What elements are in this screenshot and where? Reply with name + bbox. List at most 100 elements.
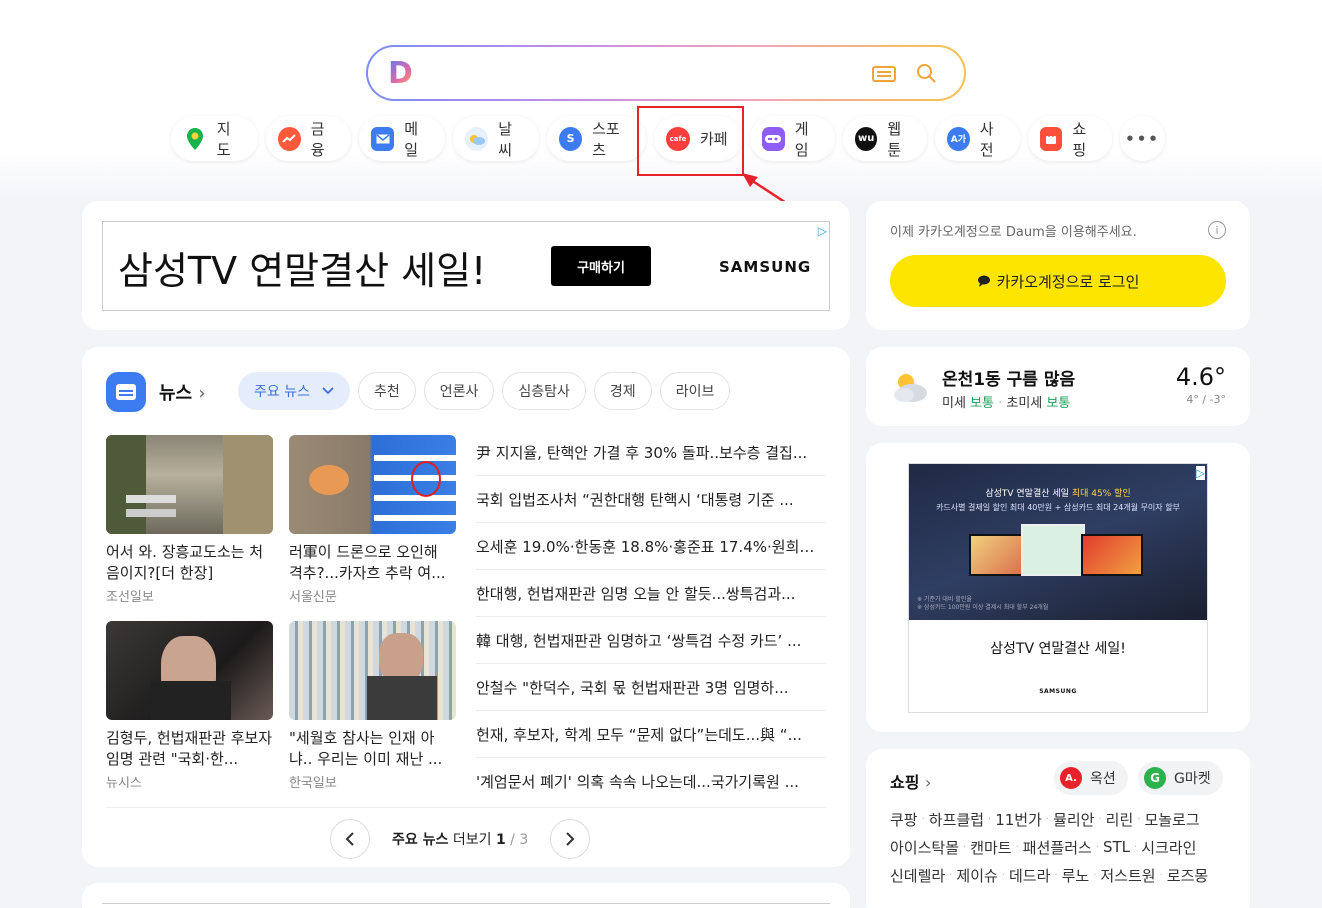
news-pager: 주요 뉴스 더보기 1 / 3: [330, 819, 591, 859]
gmarket-chip[interactable]: G G마켓: [1138, 761, 1223, 795]
ad-side-title: 삼성TV 연말결산 세일!: [990, 641, 1126, 657]
next-page-button[interactable]: [550, 819, 591, 859]
tab-main-news[interactable]: 주요 뉴스: [238, 372, 350, 410]
shopping-section-link[interactable]: 쇼핑 ›: [890, 769, 931, 793]
samsung-logo: SAMSUNG: [719, 258, 812, 276]
headline-link[interactable]: 안철수 "한덕수, 국회 몫 헌법재판관 3명 임명하...: [476, 664, 826, 711]
news-thumbnail: [289, 435, 456, 534]
side-ad-card: 삼성TV 연말결산 세일 최대 45% 할인 카드사별 결제일 할인 최대 40…: [866, 443, 1250, 732]
shopping-bag-icon: [1040, 126, 1063, 151]
shortcut-sports[interactable]: S 스포츠: [547, 116, 646, 161]
shortcut-game[interactable]: 게임: [750, 116, 835, 161]
pager-total: 3: [519, 832, 529, 848]
shop-link[interactable]: STL: [1103, 838, 1130, 856]
fine-dust-label: 미세: [942, 396, 966, 411]
shop-link[interactable]: 패션플러스: [1023, 837, 1092, 858]
kakao-login-label: 카카오계정으로 로그인: [996, 272, 1140, 291]
more-shortcuts-button[interactable]: •••: [1120, 116, 1165, 161]
shortcut-weather[interactable]: 날씨: [453, 116, 539, 161]
shop-link[interactable]: 신데렐라: [890, 865, 945, 886]
headline-link[interactable]: '계엄문서 폐기' 의혹 속속 나오는데...국가기록원 ...: [476, 758, 826, 805]
daum-logo-icon[interactable]: D: [388, 59, 416, 89]
auction-chip[interactable]: A. 옥션: [1054, 761, 1128, 795]
headline-link[interactable]: 헌재, 후보자, 학계 모두 “문제 없다”는데도...與 “...: [476, 711, 826, 758]
ad-headline: 삼성TV 연말결산 세일 최대 45% 할인: [909, 486, 1207, 499]
search-icon[interactable]: [916, 63, 936, 83]
tab-live[interactable]: 라이브: [659, 372, 731, 410]
shortcut-webtoon[interactable]: wu 웹툰: [843, 116, 927, 161]
shortcut-label: 웹툰: [887, 119, 902, 159]
search-bar[interactable]: D: [366, 45, 966, 101]
shop-link[interactable]: 데드라: [1009, 865, 1050, 886]
headline-link[interactable]: 韓 대행, 헌법재판관 임명하고 ‘쌍특검 수정 카드’ ...: [476, 617, 826, 664]
gmarket-logo-icon: G: [1144, 767, 1166, 789]
shortcut-map[interactable]: 지도: [171, 116, 258, 161]
current-temperature: 4.6°: [1175, 363, 1226, 391]
shop-link[interactable]: 로즈몽: [1167, 865, 1208, 886]
shortcut-label: 메일: [404, 119, 419, 159]
ad-headline-highlight: 최대 45% 할인: [1071, 489, 1131, 499]
headline-link[interactable]: 尹 지지율, 탄핵안 가결 후 30% 돌파..보수층 결집...: [476, 429, 826, 476]
shop-link[interactable]: 하프클럽: [929, 809, 984, 830]
prev-page-button[interactable]: [330, 819, 370, 859]
photo-news-item[interactable]: 김형두, 헌법재판관 후보자 임명 관련 "국회·한... 뉴시스: [106, 621, 273, 791]
shop-link[interactable]: 모놀로그: [1144, 809, 1199, 830]
info-icon[interactable]: i: [1208, 221, 1226, 239]
shop-link[interactable]: 저스트원: [1100, 865, 1155, 886]
shortcut-mail[interactable]: 메일: [359, 116, 445, 161]
keyboard-icon[interactable]: [872, 66, 896, 82]
shop-row: 신데렐라 · 제이슈 · 데드라 · 루노 · 저스트원 · 로즈몽: [890, 865, 1209, 886]
tv-image: [1081, 534, 1143, 576]
shortcut-dictionary[interactable]: A가 사전: [935, 116, 1020, 161]
samsung-logo: SAMSUNG: [1039, 688, 1077, 695]
login-card: 이제 카카오계정으로 Daum을 이용해주세요. i 카카오계정으로 로그인: [866, 201, 1250, 330]
news-tabs: 주요 뉴스 추천 언론사 심층탐사 경제 라이브: [238, 372, 731, 410]
photo-news-item[interactable]: 러軍이 드론으로 오인해 격추?...카자흐 추락 여... 서울신문: [289, 435, 456, 605]
shop-link[interactable]: 시크라인: [1141, 837, 1196, 858]
news-section-link[interactable]: 뉴스 ›: [159, 379, 206, 405]
news-source: 한국일보: [289, 776, 337, 791]
tab-press[interactable]: 언론사: [423, 372, 495, 410]
shop-link[interactable]: 캔마트: [970, 837, 1011, 858]
shop-link[interactable]: 제이슈: [956, 865, 997, 886]
news-caption: "세월호 참사는 인재 아냐.. 우리는 이미 재난 ...: [289, 729, 443, 768]
shortcut-label: 지도: [216, 119, 231, 159]
headline-link[interactable]: 오세훈 19.0%·한동훈 18.8%·홍준표 17.4%·원희룡 ...: [476, 523, 826, 570]
shortcut-label: 금융: [310, 119, 325, 159]
divider: [106, 807, 826, 808]
tab-recommended[interactable]: 추천: [357, 372, 416, 410]
news-thumbnail: [106, 435, 273, 534]
headline-link[interactable]: 한대행, 헌법재판관 임명 오늘 안 할듯...쌍특검과...: [476, 570, 826, 617]
shop-link[interactable]: 쿠팡: [890, 809, 918, 830]
pager-label[interactable]: 주요 뉴스 더보기 1 / 3: [392, 829, 528, 849]
fine-dust-status: 보통: [970, 396, 994, 411]
chevron-right-icon: ›: [925, 773, 932, 792]
shop-link[interactable]: 루노: [1062, 865, 1090, 886]
shortcut-label: 사전: [979, 119, 994, 159]
chevron-down-icon: [322, 387, 334, 395]
ad-subline: 카드사별 결제일 할인 최대 40만원 + 삼성카드 최대 24개월 무이자 할…: [936, 503, 1180, 512]
shortcut-finance[interactable]: 금융: [266, 116, 351, 161]
shortcut-shopping[interactable]: 쇼핑: [1028, 116, 1112, 161]
ad-buy-button[interactable]: 구매하기: [551, 246, 651, 286]
dictionary-icon: A가: [947, 126, 970, 151]
shop-link[interactable]: 11번가: [995, 809, 1042, 830]
photo-news-item[interactable]: "세월호 참사는 인재 아냐.. 우리는 이미 재난 ... 한국일보: [289, 621, 456, 791]
chevron-right-icon: [566, 832, 575, 846]
weather-card[interactable]: 온천1동 구름 많음 미세 보통 · 초미세 보통 4.6° 4° / -3°: [866, 347, 1250, 426]
kakao-login-button[interactable]: 카카오계정으로 로그인: [890, 255, 1226, 307]
adchoices-icon[interactable]: ▷: [1195, 466, 1205, 480]
samsung-banner-ad[interactable]: 삼성TV 연말결산 세일! 구매하기 SAMSUNG ▷: [102, 221, 830, 311]
samsung-side-ad[interactable]: 삼성TV 연말결산 세일 최대 45% 할인 카드사별 결제일 할인 최대 40…: [908, 463, 1208, 713]
headline-link[interactable]: 국회 입법조사처 “권한대행 탄핵시 ‘대통령 기준 ...: [476, 476, 826, 523]
tab-economy[interactable]: 경제: [593, 372, 652, 410]
shop-link[interactable]: 뮬리안: [1053, 809, 1094, 830]
tv-image: [969, 534, 1029, 576]
tab-in-depth[interactable]: 심층탐사: [502, 372, 586, 410]
photo-news-item[interactable]: 어서 와. 장흥교도소는 처음이지?[더 한장] 조선일보: [106, 435, 273, 605]
headline-list: 尹 지지율, 탄핵안 가결 후 30% 돌파..보수층 결집... 국회 입법조…: [476, 429, 826, 805]
news-title: 뉴스: [159, 383, 193, 404]
shop-link[interactable]: 리린: [1106, 809, 1134, 830]
shop-link[interactable]: 아이스탁몰: [890, 837, 959, 858]
adchoices-icon[interactable]: ▷: [818, 224, 827, 238]
